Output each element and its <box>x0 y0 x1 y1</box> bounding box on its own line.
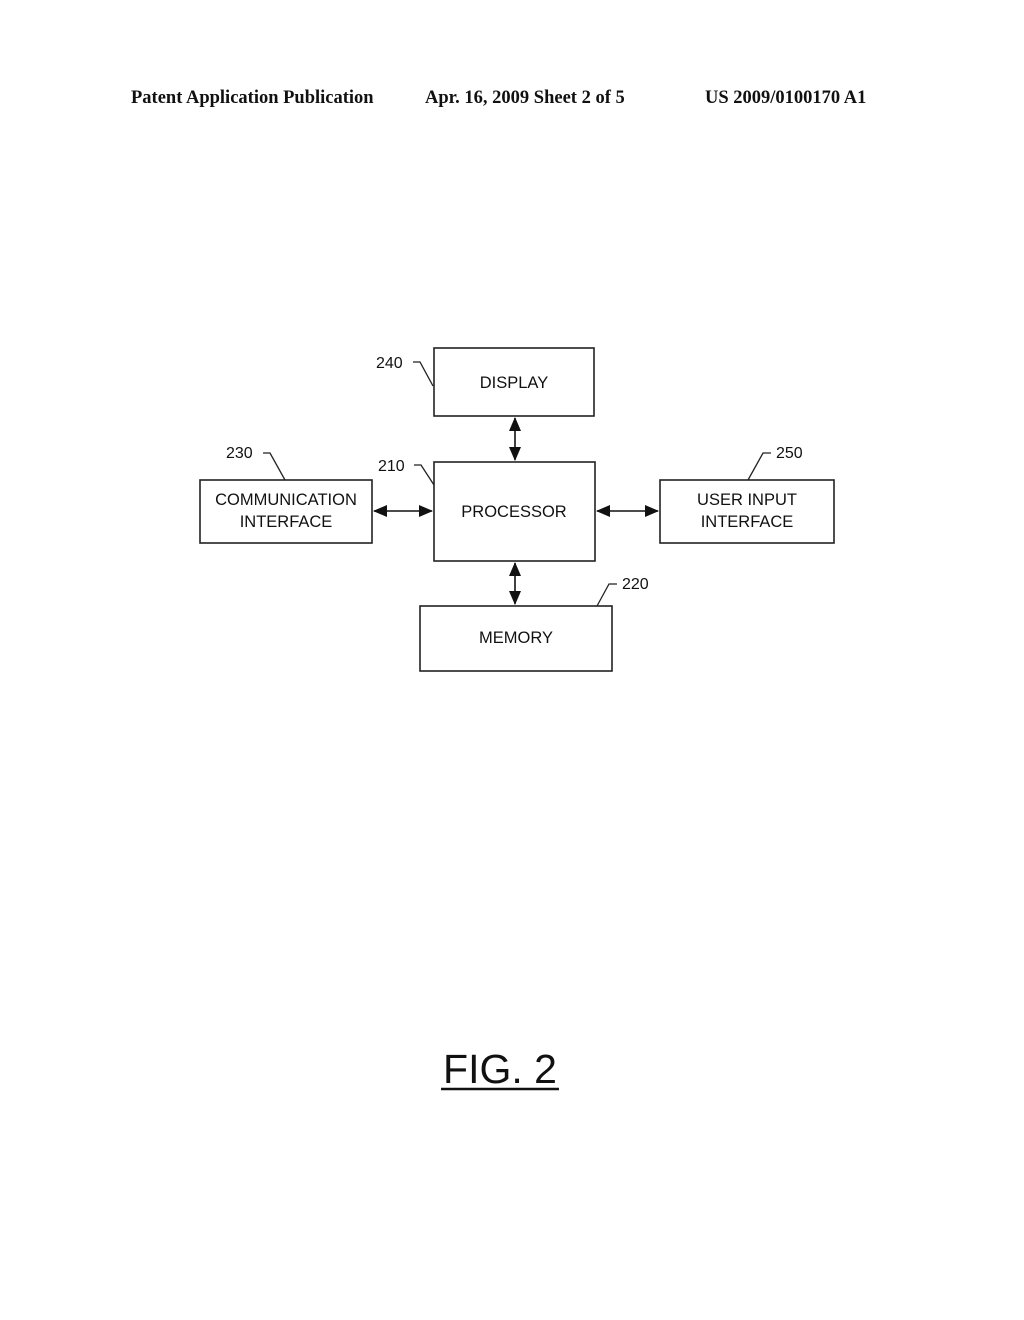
communication-interface-label-line1: COMMUNICATION <box>215 491 357 509</box>
block-diagram: DISPLAY 240 PROCESSOR 210 COMMUNICATION … <box>199 347 835 1092</box>
user-input-interface-leader-line <box>747 452 771 481</box>
processor-ref: 210 <box>378 458 405 475</box>
display-label: DISPLAY <box>480 374 548 392</box>
node-user-input-interface: USER INPUT INTERFACE 250 <box>659 445 835 544</box>
communication-interface-box <box>199 479 373 544</box>
user-input-interface-ref: 250 <box>776 445 803 462</box>
user-input-interface-label-line2: INTERFACE <box>701 513 794 531</box>
user-input-interface-box <box>659 479 835 544</box>
node-processor: PROCESSOR 210 <box>378 458 596 562</box>
node-memory: MEMORY 220 <box>419 576 649 672</box>
communication-interface-ref: 230 <box>226 445 253 462</box>
memory-label: MEMORY <box>479 629 553 647</box>
figure-label: FIG. 2 <box>443 1046 557 1092</box>
processor-leader-line <box>414 464 435 486</box>
display-leader-line <box>413 361 434 387</box>
user-input-interface-label-line1: USER INPUT <box>697 491 797 509</box>
display-ref: 240 <box>376 355 403 372</box>
processor-label: PROCESSOR <box>461 503 567 521</box>
memory-leader-line <box>596 583 617 607</box>
node-communication-interface: COMMUNICATION INTERFACE 230 <box>199 445 373 544</box>
communication-interface-label-line2: INTERFACE <box>240 513 333 531</box>
memory-ref: 220 <box>622 576 649 593</box>
node-display: DISPLAY 240 <box>376 347 595 417</box>
communication-interface-leader-line <box>263 452 286 481</box>
